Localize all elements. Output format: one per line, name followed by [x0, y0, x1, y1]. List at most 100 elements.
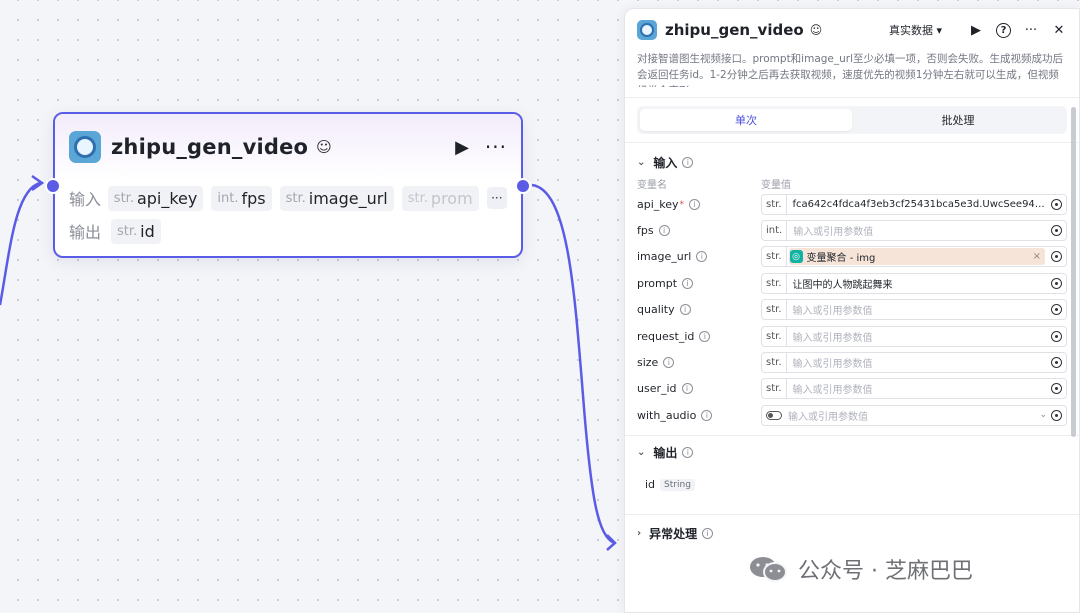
tab-single[interactable]: 单次 — [640, 109, 852, 131]
inputs-label: 输入 — [69, 190, 102, 209]
param-name: user_id i — [637, 382, 761, 395]
reference-target-icon[interactable] — [1051, 251, 1062, 263]
param-name: image_url i — [637, 250, 761, 263]
param-name: size i — [637, 356, 761, 369]
param-name: prompt i — [637, 277, 761, 290]
node-config-panel: zhipu_gen_video ☺ 真实数据 ▾ ▶ ? ··· ✕ 对接智谱图… — [624, 8, 1080, 613]
divider — [625, 513, 1079, 515]
expand-inputs-button[interactable]: ··· — [486, 187, 507, 209]
data-mode-dropdown[interactable]: 真实数据 ▾ — [889, 22, 942, 38]
run-icon[interactable]: ▶ — [968, 23, 984, 38]
param-row-fps: fps i int. 输入或引用参数值 — [625, 217, 1079, 243]
prompt-input[interactable]: str. 让图中的人物跳起舞来 — [761, 272, 1067, 294]
outgoing-wire — [531, 183, 615, 545]
info-icon: i — [658, 225, 670, 237]
request-id-input[interactable]: str. 输入或引用参数值 — [761, 325, 1067, 347]
panel-header: zhipu_gen_video ☺ 真实数据 ▾ ▶ ? ··· ✕ — [625, 9, 1079, 51]
param-row-user_id: user_id i str. 输入或引用参数值 — [625, 376, 1079, 402]
reference-target-icon[interactable] — [1051, 225, 1062, 237]
input-chip: str. api_key — [107, 185, 204, 211]
outputs-label: 输出 — [69, 223, 102, 242]
param-name: quality i — [637, 303, 761, 316]
incoming-wire — [0, 181, 41, 306]
input-section-header[interactable]: ⌄ 输入 i — [625, 151, 1079, 173]
reference-target-icon[interactable] — [1051, 304, 1062, 316]
run-mode-tabs: 单次 批处理 — [637, 106, 1067, 134]
variable-aggregate-icon: ◎ — [789, 250, 803, 264]
info-icon: i — [696, 251, 708, 263]
node-header: zhipu_gen_video ☺ ▶ ··· — [55, 114, 521, 180]
node-inputs-row: 输入 str. api_key int. fps str. image_url str… — [55, 183, 521, 213]
param-row-quality: quality i str. 输入或引用参数值 — [625, 297, 1079, 323]
column-headers: 变量名 变量值 — [637, 179, 791, 191]
output-item: id String — [625, 474, 1079, 496]
watermark: 公众号 · 芝麻巴巴 — [748, 553, 973, 585]
input-chip: int. fps — [211, 185, 272, 211]
param-row-with_audio: with_audio i 输入或引用参数值 ⌄ — [625, 402, 1079, 428]
reference-target-icon[interactable] — [1051, 198, 1062, 210]
variable-reference-tag[interactable]: ◎ 变量聚合 - img × — [788, 248, 1045, 266]
panel-title: zhipu_gen_video — [665, 21, 804, 39]
fps-input[interactable]: int. 输入或引用参数值 — [761, 220, 1067, 242]
watermark-text: 公众号 · 芝麻巴巴 — [798, 559, 973, 584]
more-icon[interactable]: ··· — [485, 135, 507, 159]
node-output-port[interactable] — [515, 178, 531, 194]
error-section-header[interactable]: › 异常处理 i — [625, 523, 1079, 545]
close-icon[interactable]: ✕ — [1051, 23, 1067, 38]
tab-batch[interactable]: 批处理 — [852, 109, 1064, 131]
api-key-input[interactable]: str. fca642c4fdca4f3eb3cf25431bca5e3d.Uwc… — [761, 193, 1067, 215]
reference-target-icon[interactable] — [1051, 383, 1062, 395]
user-id-input[interactable]: str. 输入或引用参数值 — [761, 378, 1067, 400]
input-chip: str. image_url — [279, 185, 394, 211]
output-chip: str. id — [111, 218, 161, 244]
info-icon: i — [701, 409, 713, 421]
param-name: with_audio i — [637, 409, 761, 422]
info-icon: i — [663, 357, 675, 369]
zhipu-logo-icon — [637, 20, 657, 40]
param-row-prompt: prompt i str. 让图中的人物跳起舞来 — [625, 270, 1079, 296]
param-name: fps i — [637, 224, 761, 237]
type-badge: String — [660, 478, 695, 491]
info-icon: i — [682, 277, 694, 289]
more-icon[interactable]: ··· — [1023, 23, 1039, 38]
node-outputs-row: 输出 str. id — [55, 216, 521, 246]
info-icon: i — [682, 156, 694, 168]
info-icon: i — [702, 528, 714, 540]
node-title: zhipu_gen_video — [111, 135, 309, 159]
image-url-input[interactable]: str. ◎ 变量聚合 - img × — [761, 246, 1067, 268]
node-input-port[interactable] — [45, 178, 61, 194]
boolean-toggle[interactable] — [766, 410, 782, 420]
with-audio-input[interactable]: 输入或引用参数值 ⌄ — [761, 404, 1067, 426]
divider — [625, 97, 1079, 98]
help-icon[interactable]: ? — [996, 22, 1011, 38]
workflow-node[interactable]: zhipu_gen_video ☺ ▶ ··· 输入 str. api_key i… — [45, 112, 531, 258]
param-name: request_id i — [637, 330, 761, 343]
info-icon: i — [681, 383, 693, 395]
reference-target-icon[interactable] — [1051, 409, 1062, 421]
param-row-request_id: request_id i str. 输入或引用参数值 — [625, 323, 1079, 349]
robot-icon: ☺ — [316, 138, 332, 156]
divider — [625, 142, 1079, 143]
panel-scrollbar[interactable] — [1071, 107, 1076, 437]
run-icon[interactable]: ▶ — [455, 137, 469, 158]
size-input[interactable]: str. 输入或引用参数值 — [761, 352, 1067, 374]
quality-input[interactable]: str. 输入或引用参数值 — [761, 299, 1067, 321]
info-icon: i — [689, 198, 701, 210]
param-name: api_key * i — [637, 198, 761, 211]
incoming-arrow — [31, 174, 45, 192]
chevron-down-icon[interactable]: ⌄ — [1039, 410, 1047, 420]
panel-description: 对接智谱图生视频接口。prompt和image_url至少必填一项，否则会失败。… — [637, 53, 1064, 87]
param-row-size: size i str. 输入或引用参数值 — [625, 349, 1079, 375]
info-icon: i — [699, 330, 711, 342]
chevron-right-icon: › — [637, 528, 642, 540]
reference-target-icon[interactable] — [1051, 357, 1062, 369]
chevron-down-icon: ⌄ — [637, 447, 646, 459]
reference-target-icon[interactable] — [1051, 330, 1062, 342]
output-section-header[interactable]: ⌄ 输出 i — [625, 442, 1079, 464]
remove-reference-icon[interactable]: × — [1033, 251, 1041, 262]
input-chip: str. prom — [401, 185, 479, 211]
chevron-down-icon: ⌄ — [637, 156, 646, 168]
reference-target-icon[interactable] — [1051, 277, 1062, 289]
wechat-icon — [750, 557, 787, 582]
robot-icon: ☺ — [809, 23, 823, 37]
